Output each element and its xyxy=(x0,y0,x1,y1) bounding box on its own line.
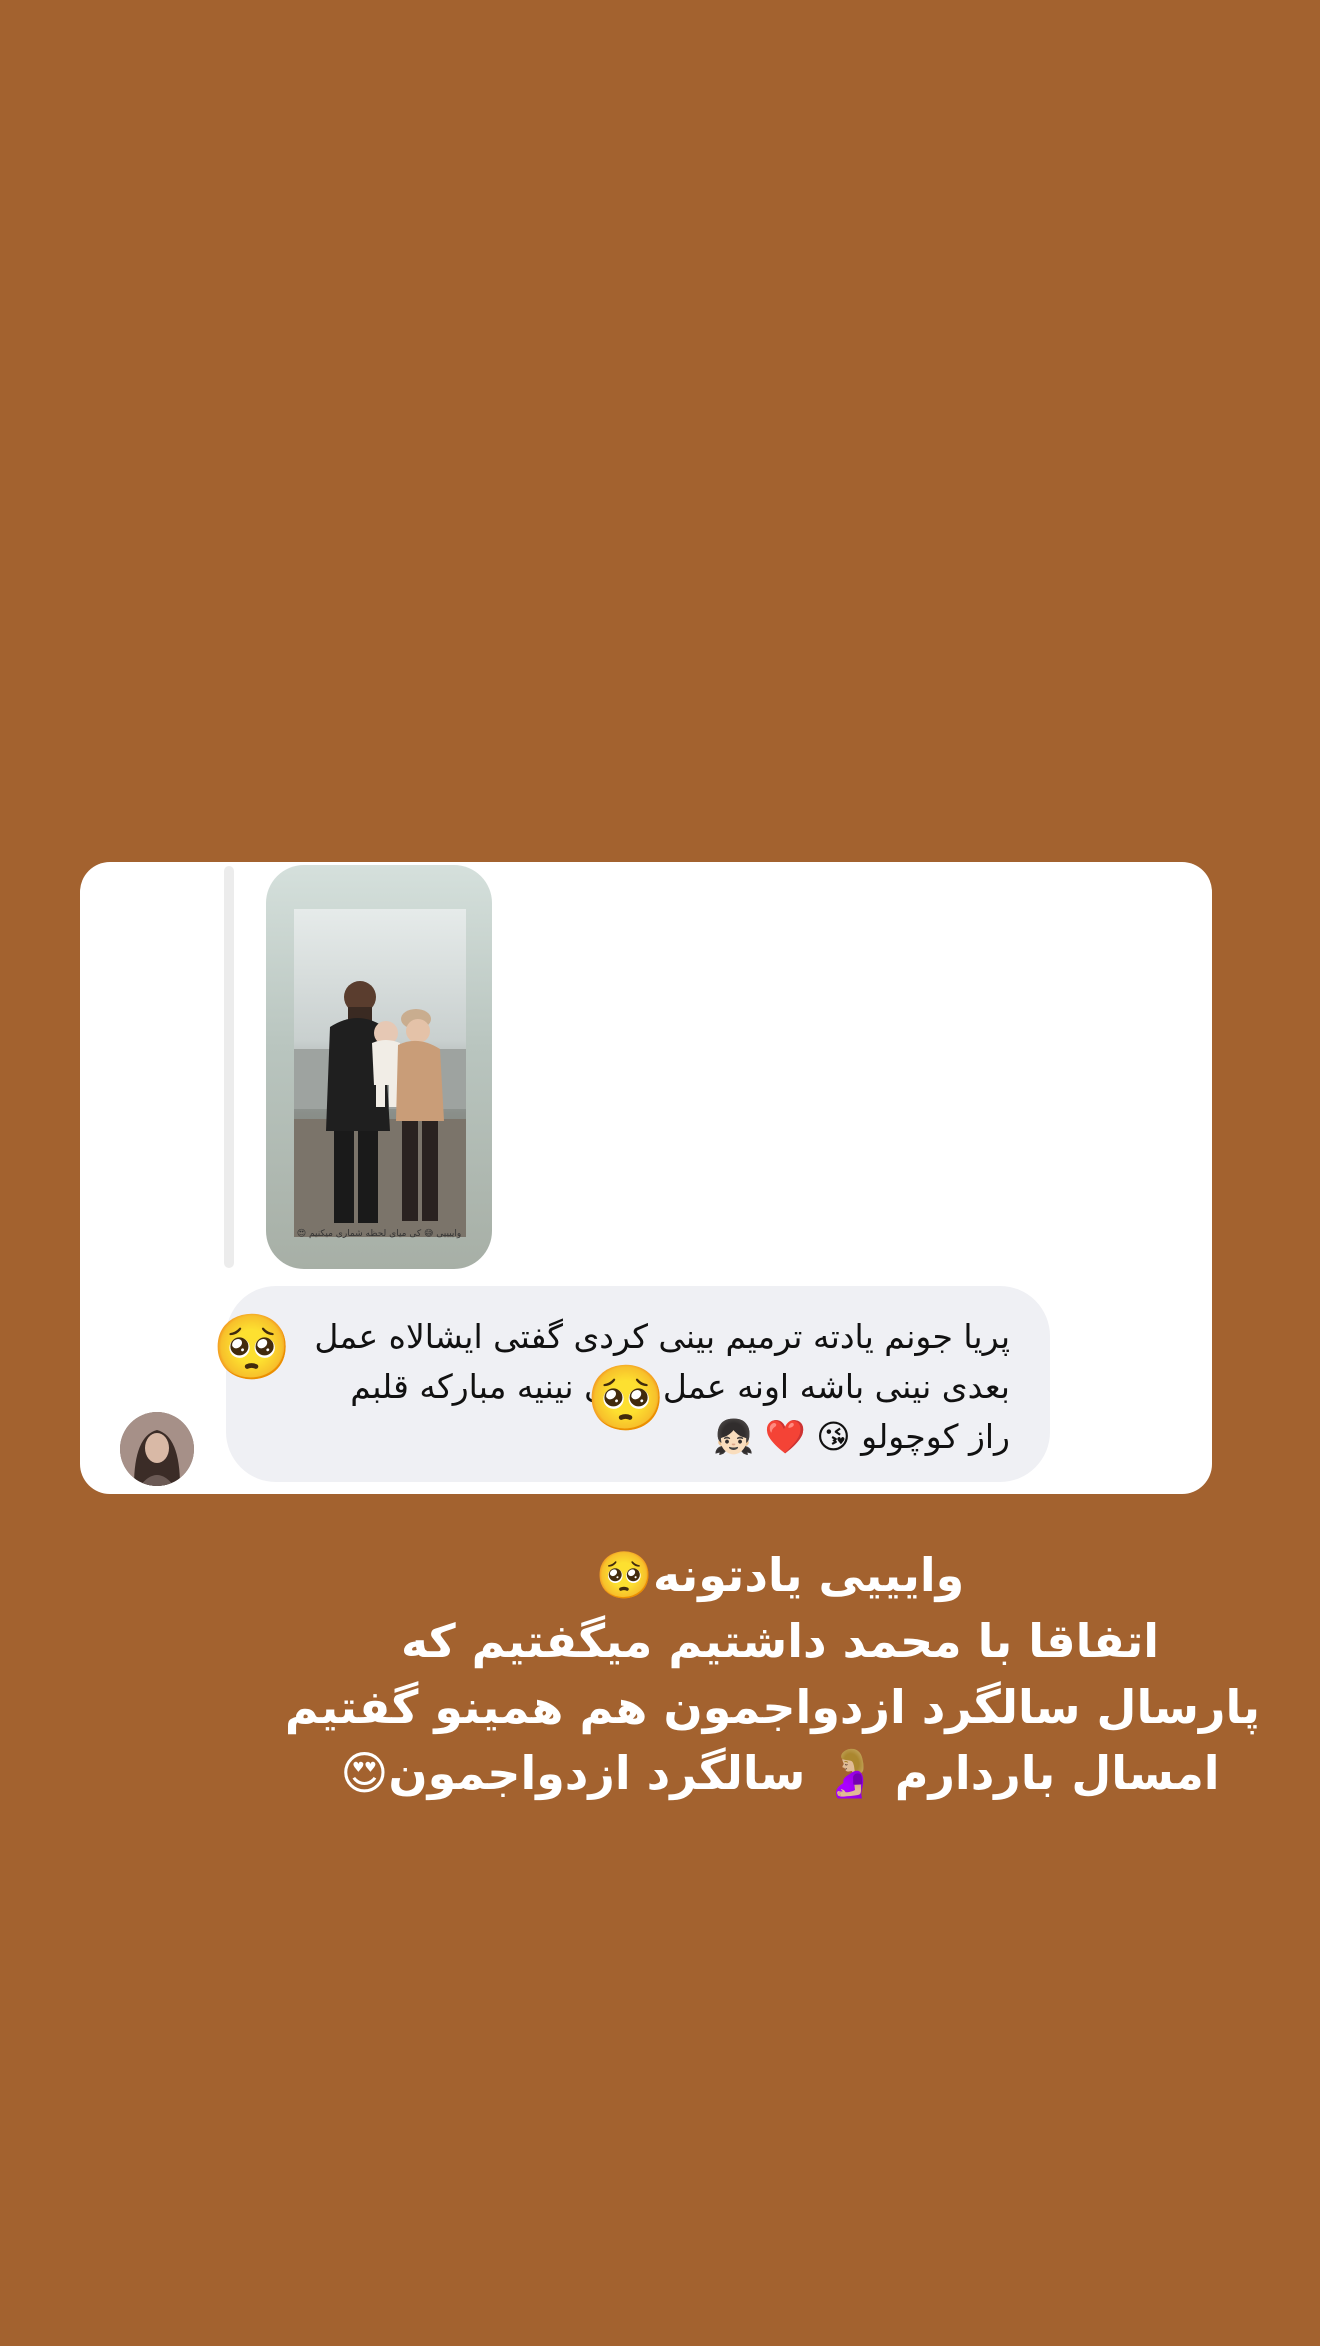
story-photo xyxy=(294,909,466,1237)
story-thumbnail[interactable]: واییییی 😅 کی میای لحظه شماری میکنیم 😍 xyxy=(266,865,492,1269)
pleading-face-sticker-middle[interactable]: 🥺 xyxy=(586,1367,666,1431)
story-caption: واییییی 😅 کی میای لحظه شماری میکنیم 😍 xyxy=(296,1229,462,1239)
avatar-portrait xyxy=(120,1412,194,1486)
overlay-line-2: اتفاقا با محمد داشتیم میگفتیم که xyxy=(400,1614,1160,1668)
pleading-face-sticker-left[interactable]: 🥺 xyxy=(212,1316,292,1380)
story-reply-card: واییییی 😅 کی میای لحظه شماری میکنیم 😍 پر… xyxy=(80,862,1212,1494)
overlay-line-3: پارسال سالگرد ازدواجمون هم همینو گفتیم xyxy=(284,1680,1260,1734)
family-photo-illustration xyxy=(294,981,466,1237)
story-overlay-text: وایییی یادتونه🥺 اتفاقا با محمد داشتیم می… xyxy=(284,1542,1260,1806)
overlay-line-1: وایییی یادتونه🥺 xyxy=(595,1548,965,1602)
message-line-1: پریا جونم یادته ترمیم بینی کردی گفتی ایش… xyxy=(314,1317,1010,1356)
avatar[interactable] xyxy=(120,1412,194,1486)
overlay-line-4: امسال باردارم 🤰🏼 سالگرد ازدواجمون😍 xyxy=(340,1746,1220,1800)
reply-quote-bar xyxy=(224,866,234,1268)
